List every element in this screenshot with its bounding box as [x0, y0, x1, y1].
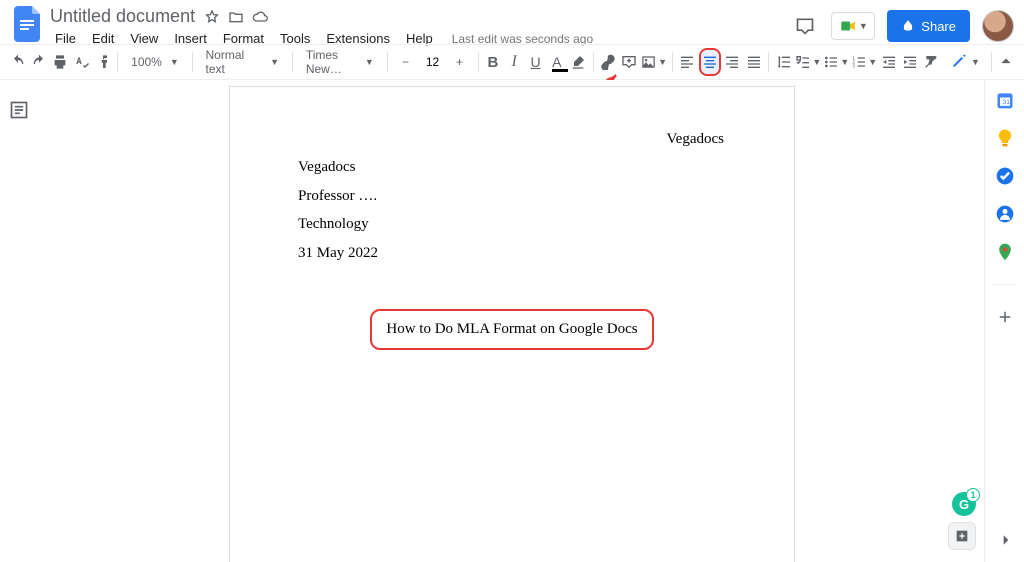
side-app-contacts[interactable]	[993, 202, 1017, 226]
clear-formatting-button[interactable]	[922, 49, 941, 75]
move-icon[interactable]	[227, 8, 245, 26]
explore-button[interactable]	[948, 522, 976, 550]
hide-menus-button[interactable]	[997, 49, 1016, 75]
insert-image-button[interactable]: ▼	[641, 49, 667, 75]
decrease-indent-button[interactable]	[879, 49, 898, 75]
essay-title[interactable]: How to Do MLA Format on Google Docs	[370, 309, 653, 350]
font-family-value: Times New…	[302, 48, 355, 76]
font-size-decrease[interactable]: −	[393, 49, 419, 75]
spellcheck-button[interactable]	[72, 49, 91, 75]
doc-title[interactable]: Untitled document	[48, 6, 197, 27]
paint-format-button[interactable]	[93, 49, 112, 75]
side-app-tasks[interactable]	[993, 164, 1017, 188]
insert-link-button[interactable]	[598, 49, 617, 75]
highlight-button[interactable]	[568, 49, 587, 75]
undo-button[interactable]	[8, 49, 27, 75]
align-right-button[interactable]	[723, 49, 742, 75]
print-button[interactable]	[51, 49, 70, 75]
side-app-calendar[interactable]: 31	[993, 88, 1017, 112]
running-header[interactable]: Vegadocs	[667, 125, 724, 154]
pencil-icon	[951, 53, 967, 72]
open-comments-icon[interactable]	[791, 12, 819, 40]
mla-author-line[interactable]: Vegadocs	[298, 153, 726, 182]
line-spacing-button[interactable]	[774, 49, 793, 75]
increase-indent-button[interactable]	[900, 49, 919, 75]
cloud-status-icon[interactable]	[251, 8, 269, 26]
document-canvas[interactable]: Vegadocs Vegadocs Professor …. Technolog…	[40, 80, 984, 562]
align-justify-button[interactable]	[744, 49, 763, 75]
page-1[interactable]: Vegadocs Vegadocs Professor …. Technolog…	[229, 86, 795, 562]
mla-date-line[interactable]: 31 May 2022	[298, 239, 726, 268]
font-size-increase[interactable]: +	[447, 49, 473, 75]
account-avatar[interactable]	[982, 10, 1014, 42]
star-icon[interactable]	[203, 8, 221, 26]
zoom-value: 100%	[127, 55, 166, 69]
svg-text:31: 31	[1002, 99, 1010, 106]
paragraph-style-dropdown[interactable]: Normal text▼	[198, 48, 288, 76]
zoom-dropdown[interactable]: 100%▼	[123, 55, 187, 69]
mla-course-line[interactable]: Technology	[298, 210, 726, 239]
share-label: Share	[921, 19, 956, 34]
toolbar: 100%▼ Normal text▼ Times New…▼ − + B I U…	[0, 44, 1024, 80]
add-comment-button[interactable]	[620, 49, 639, 75]
mode-dropdown[interactable]: ▼	[945, 51, 986, 74]
paragraph-style-value: Normal text	[202, 48, 249, 76]
mla-prof-line[interactable]: Professor ….	[298, 182, 726, 211]
side-panel-toggle[interactable]	[994, 528, 1018, 552]
grammarly-badge[interactable]: G	[952, 492, 976, 516]
docs-logo[interactable]	[10, 6, 46, 42]
font-family-dropdown[interactable]: Times New…▼	[298, 48, 382, 76]
side-app-keep[interactable]	[993, 126, 1017, 150]
font-size-input[interactable]	[421, 52, 445, 72]
italic-button[interactable]: I	[505, 49, 524, 75]
checklist-button[interactable]: ▼	[795, 49, 821, 75]
text-color-button[interactable]: A	[547, 49, 566, 75]
align-left-button[interactable]	[678, 49, 697, 75]
meet-button[interactable]: ▼	[831, 12, 875, 40]
numbered-list-button[interactable]: 123▼	[851, 49, 877, 75]
bulleted-list-button[interactable]: ▼	[823, 49, 849, 75]
side-app-addons[interactable]	[993, 305, 1017, 329]
document-outline-toggle[interactable]	[9, 100, 31, 122]
bold-button[interactable]: B	[483, 49, 502, 75]
align-center-button[interactable]	[699, 48, 721, 76]
svg-text:3: 3	[853, 63, 856, 68]
side-panel: 31	[984, 80, 1024, 562]
share-button[interactable]: Share	[887, 10, 970, 42]
side-app-maps[interactable]	[993, 240, 1017, 264]
underline-button[interactable]: U	[526, 49, 545, 75]
redo-button[interactable]	[29, 49, 48, 75]
